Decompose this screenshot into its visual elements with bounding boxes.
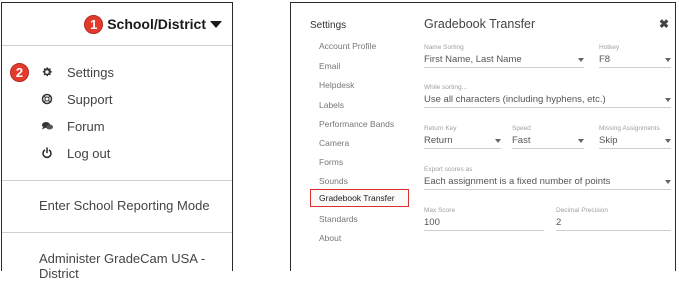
sidebar-item-helpdesk[interactable]: Helpdesk (319, 80, 354, 90)
dropdown-arrow-icon (665, 98, 671, 102)
user-dropdown-menu: 1 School/District 2 Settings Support For… (1, 2, 233, 281)
sidebar-item-performance-bands[interactable]: Performance Bands (319, 119, 394, 129)
missing-assignments-value: Skip (599, 135, 618, 146)
while-sorting-value: Use all characters (including hyphens, e… (424, 94, 606, 105)
district-selector[interactable]: 1 School/District (2, 3, 232, 45)
menu-item-settings[interactable]: Settings (2, 59, 232, 85)
name-sorting-label: Name Sorting (424, 44, 464, 51)
lifebuoy-icon (39, 91, 55, 107)
menu-item-label: Forum (67, 118, 105, 134)
school-district-label[interactable]: School/District (107, 16, 206, 32)
sidebar-item-camera[interactable]: Camera (319, 138, 349, 148)
school-reporting-mode-link[interactable]: Enter School Reporting Mode (39, 198, 210, 213)
dialog-title: Gradebook Transfer (424, 17, 536, 31)
power-icon (39, 145, 55, 161)
sidebar-item-about[interactable]: About (319, 233, 341, 243)
export-scores-select[interactable]: Each assignment is a fixed number of poi… (424, 176, 671, 190)
hotkey-select[interactable]: F8 (599, 54, 671, 68)
sidebar-item-sounds[interactable]: Sounds (319, 176, 348, 186)
sidebar-item-email[interactable]: Email (319, 61, 340, 71)
dropdown-arrow-icon (578, 139, 584, 143)
chat-bubbles-icon (39, 118, 55, 134)
gear-icon (39, 64, 55, 80)
hotkey-value: F8 (599, 54, 611, 65)
export-scores-label: Export scores as (424, 166, 473, 173)
menu-item-support[interactable]: Support (2, 86, 232, 112)
dropdown-arrow-icon (665, 180, 671, 184)
missing-assignments-label: Missing Assignments (599, 125, 660, 132)
sidebar-item-standards[interactable]: Standards (319, 214, 358, 224)
sidebar-item-labels[interactable]: Labels (319, 100, 344, 110)
speed-label: Speed (512, 125, 531, 132)
caret-down-icon[interactable] (210, 20, 222, 28)
max-score-label: Max Score (424, 207, 456, 214)
close-icon[interactable]: ✖ (659, 17, 669, 31)
sidebar-item-forms[interactable]: Forms (319, 157, 343, 167)
max-score-input[interactable]: 100 (424, 217, 544, 231)
return-key-value: Return (424, 135, 453, 146)
menu-item-logout[interactable]: Log out (2, 140, 232, 166)
return-key-label: Return Key (424, 125, 457, 132)
dropdown-arrow-icon (665, 139, 671, 143)
dropdown-arrow-icon (578, 58, 584, 62)
menu-item-label: Settings (67, 64, 114, 80)
decimal-precision-value: 2 (556, 217, 562, 228)
dropdown-arrow-icon (665, 58, 671, 62)
return-key-select[interactable]: Return (424, 135, 501, 149)
decimal-precision-input[interactable]: 2 (556, 217, 671, 231)
name-sorting-value: First Name, Last Name (424, 54, 522, 65)
menu-item-forum[interactable]: Forum (2, 113, 232, 139)
sidebar-item-gradebook-transfer[interactable]: Gradebook Transfer (319, 193, 395, 203)
max-score-value: 100 (424, 217, 440, 228)
settings-dialog: Settings Account Profile Email Helpdesk … (290, 2, 676, 271)
while-sorting-select[interactable]: Use all characters (including hyphens, e… (424, 94, 671, 108)
divider (2, 45, 232, 46)
name-sorting-select[interactable]: First Name, Last Name (424, 54, 584, 68)
settings-sidebar-title: Settings (310, 20, 347, 31)
divider (2, 232, 232, 233)
menu-item-label: Support (67, 91, 113, 107)
missing-assignments-select[interactable]: Skip (599, 135, 671, 149)
administer-district-link[interactable]: Administer GradeCam USA - District (39, 251, 232, 281)
menu-item-label: Log out (67, 145, 111, 161)
speed-value: Fast (512, 135, 531, 146)
dropdown-arrow-icon (495, 139, 501, 143)
export-scores-value: Each assignment is a fixed number of poi… (424, 176, 611, 187)
while-sorting-label: While sorting... (424, 84, 467, 91)
divider (2, 180, 232, 181)
decimal-precision-label: Decimal Precision (556, 207, 609, 214)
speed-select[interactable]: Fast (512, 135, 584, 149)
sidebar-item-account-profile[interactable]: Account Profile (319, 41, 376, 51)
step-badge-1: 1 (84, 14, 104, 34)
hotkey-label: Hotkey (599, 44, 620, 51)
